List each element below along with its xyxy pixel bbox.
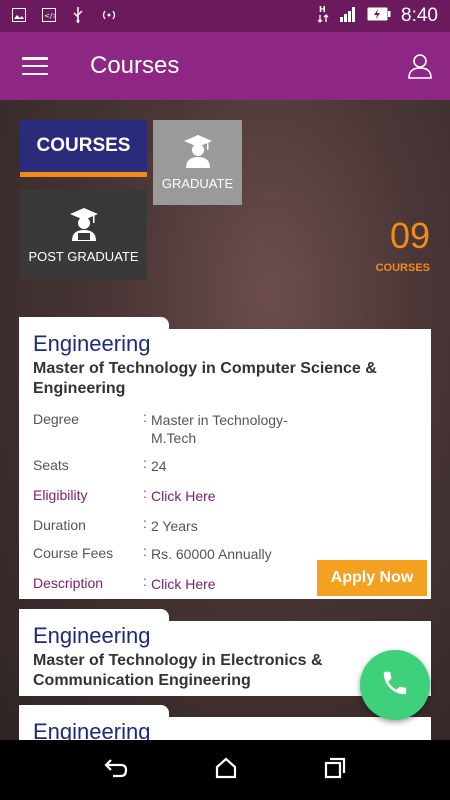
description-link[interactable]: Click Here — [151, 575, 321, 593]
course-card[interactable]: Engineering — [19, 705, 431, 740]
data-arrows-icon: H — [317, 4, 329, 29]
graduate-icon — [183, 134, 213, 168]
page-title: Courses — [90, 52, 180, 79]
tile-courses[interactable]: COURSES — [20, 120, 147, 177]
back-icon[interactable] — [103, 757, 129, 784]
status-time: 8:40 — [401, 5, 438, 26]
card-department: Engineering — [33, 623, 151, 648]
navigation-bar — [0, 740, 450, 800]
usb-icon — [72, 6, 84, 26]
description-label: Description — [33, 575, 104, 591]
menu-icon[interactable] — [22, 57, 48, 75]
tile-graduate[interactable]: GRADUATE — [153, 120, 242, 205]
tile-post-graduate[interactable]: POST GRADUATE — [20, 190, 147, 280]
course-count: 09 COURSES — [375, 215, 430, 275]
course-count-number: 09 — [389, 215, 430, 256]
call-button[interactable] — [360, 650, 430, 720]
post-graduate-icon — [69, 207, 99, 241]
svg-text:H: H — [319, 5, 326, 14]
eligibility-link[interactable]: Click Here — [151, 487, 321, 505]
tile-courses-label: COURSES — [36, 135, 131, 156]
seats-label: Seats — [33, 457, 69, 473]
course-card[interactable]: Engineering Master of Technology in Comp… — [19, 317, 431, 599]
svg-text:</>: </> — [44, 12, 56, 20]
course-count-label: COURSES — [375, 262, 430, 274]
tile-post-graduate-label: POST GRADUATE — [28, 248, 139, 264]
duration-label: Duration — [33, 517, 86, 533]
recent-apps-icon[interactable] — [323, 756, 347, 785]
phone-icon — [380, 668, 410, 703]
hotspot-icon — [100, 8, 118, 25]
home-icon[interactable] — [214, 756, 238, 785]
signal-icon — [339, 6, 357, 27]
battery-icon — [367, 7, 391, 26]
eligibility-label: Eligibility — [33, 487, 88, 503]
main-content: COURSES GRADUATE POST GRADUATE 09 COURSE… — [0, 100, 450, 740]
card-title: Master of Technology in Electronics & Co… — [33, 652, 323, 689]
seats-value: 24 — [151, 458, 167, 474]
status-bar: </> H 8:40 — [0, 0, 450, 32]
tile-graduate-label: GRADUATE — [161, 176, 234, 191]
fees-label: Course Fees — [33, 545, 114, 561]
apply-now-button[interactable]: Apply Now — [317, 560, 427, 596]
degree-label: Degree — [33, 411, 79, 427]
toolbar: Courses — [0, 32, 450, 100]
fees-value: Rs. 60000 Annually — [151, 546, 272, 562]
card-department: Engineering — [33, 331, 151, 356]
card-department: Engineering — [33, 719, 151, 740]
user-profile-icon[interactable] — [408, 53, 432, 79]
card-title: Master of Technology in Computer Science… — [33, 360, 377, 397]
code-notification-icon: </> — [42, 7, 58, 25]
image-notification-icon — [12, 7, 26, 25]
duration-value: 2 Years — [151, 518, 198, 534]
degree-value: Master in Technology-M.Tech — [151, 412, 288, 446]
